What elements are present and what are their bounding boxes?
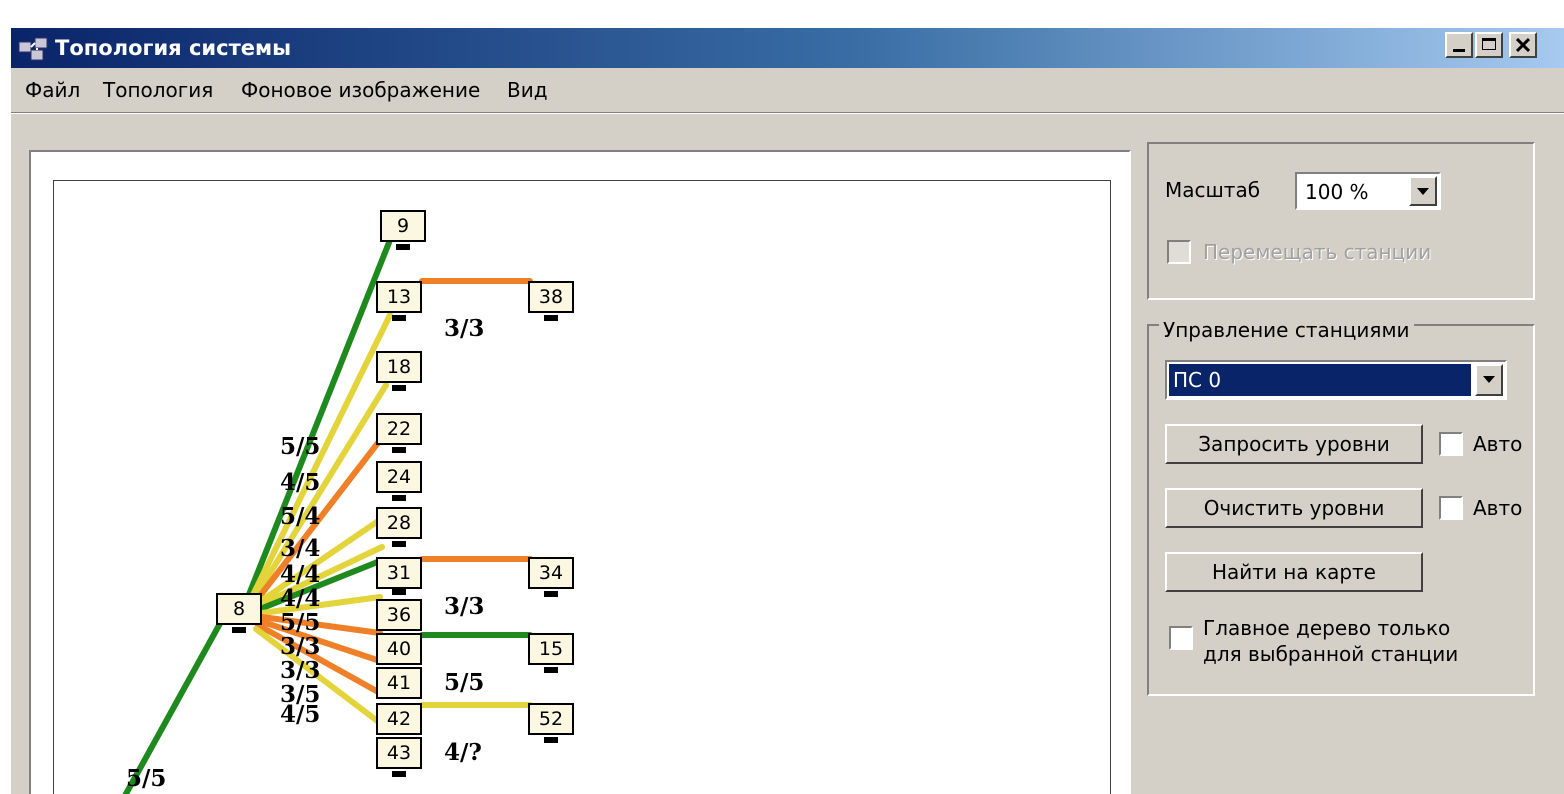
link-label: 5/5 (280, 609, 321, 636)
station-icon (392, 541, 406, 547)
auto-clear-label: Авто (1473, 496, 1523, 520)
station-node-36[interactable]: 36 (376, 599, 422, 631)
station-management-title: Управление станциями (1159, 318, 1414, 342)
link-label: 3/3 (280, 657, 321, 684)
station-node-38[interactable]: 38 (528, 281, 574, 313)
link-label: 4/? (444, 739, 482, 766)
station-icon (392, 315, 406, 321)
menu-view[interactable]: Вид (507, 78, 548, 102)
title-bar: Топология системы (11, 28, 1564, 68)
main-tree-label-line1: Главное дерево только (1203, 616, 1451, 640)
maximize-button[interactable] (1475, 32, 1503, 58)
station-node-9[interactable]: 9 (380, 210, 426, 242)
app-window: Топология системы Файл Топология Фоновое… (10, 28, 1564, 794)
station-node-28[interactable]: 28 (376, 507, 422, 539)
move-stations-label: Перемещать станции (1203, 240, 1432, 264)
close-icon (1516, 38, 1530, 52)
auto-request-label: Авто (1473, 432, 1523, 456)
link-label: 3/3 (280, 633, 321, 660)
find-on-map-button[interactable]: Найти на карте (1165, 552, 1423, 592)
menu-bar: Файл Топология Фоновое изображение Вид (11, 74, 1564, 110)
link-label: 4/5 (280, 469, 321, 496)
station-dropdown-button[interactable] (1475, 364, 1503, 396)
link-label: 4/4 (280, 585, 321, 612)
station-icon (232, 627, 246, 633)
menu-topology[interactable]: Топология (103, 78, 213, 102)
menu-background-image[interactable]: Фоновое изображение (241, 78, 480, 102)
move-stations-checkbox[interactable] (1167, 240, 1191, 264)
station-node-15[interactable]: 15 (528, 633, 574, 665)
link-label: 5/5 (126, 765, 167, 792)
scale-value: 100 % (1305, 180, 1369, 204)
scale-select[interactable]: 100 % (1295, 172, 1441, 210)
request-levels-button[interactable]: Запросить уровни (1165, 424, 1423, 464)
menu-separator (11, 112, 1564, 114)
link-label: 3/3 (444, 315, 485, 342)
link-label: 5/5 (444, 669, 485, 696)
topology-canvas[interactable]: 9 13 38 18 22 24 28 31 34 8 36 40 15 41 … (53, 180, 1111, 794)
station-node-22[interactable]: 22 (376, 413, 422, 445)
link-label: 4/5 (280, 701, 321, 728)
station-icon (396, 244, 410, 250)
station-node-24[interactable]: 24 (376, 461, 422, 493)
auto-clear-checkbox[interactable] (1439, 496, 1463, 520)
station-node-18[interactable]: 18 (376, 351, 422, 383)
scale-dropdown-button[interactable] (1409, 176, 1437, 206)
station-icon (392, 771, 406, 777)
minimize-icon (1453, 49, 1465, 52)
station-icon (544, 737, 558, 743)
station-icon (544, 667, 558, 673)
station-icon (392, 447, 406, 453)
station-select-value: ПС 0 (1173, 368, 1222, 392)
maximize-icon (1482, 38, 1496, 50)
station-node-41[interactable]: 41 (376, 667, 422, 699)
scale-panel (1147, 142, 1535, 300)
station-node-8[interactable]: 8 (216, 593, 262, 625)
chevron-down-icon (1417, 188, 1429, 195)
link-label: 3/3 (444, 593, 485, 620)
station-icon (544, 591, 558, 597)
station-node-31[interactable]: 31 (376, 557, 422, 589)
station-icon (544, 315, 558, 321)
station-node-43[interactable]: 43 (376, 737, 422, 769)
link-label: 4/4 (280, 561, 321, 588)
station-icon (392, 589, 406, 595)
link-label: 5/5 (280, 433, 321, 460)
main-tree-checkbox[interactable] (1169, 626, 1193, 650)
link-8-9 (245, 227, 397, 600)
link-label: 5/4 (280, 503, 321, 530)
scale-label: Масштаб (1165, 178, 1261, 202)
close-button[interactable] (1509, 32, 1537, 58)
clear-levels-button[interactable]: Очистить уровни (1165, 488, 1423, 528)
station-icon (392, 495, 406, 501)
network-icon (18, 37, 48, 61)
station-select[interactable]: ПС 0 (1165, 360, 1507, 400)
topology-links (122, 227, 533, 794)
link-label: 3/4 (280, 535, 321, 562)
station-node-52[interactable]: 52 (528, 703, 574, 735)
station-node-42[interactable]: 42 (376, 703, 422, 735)
menu-file[interactable]: Файл (25, 78, 80, 102)
minimize-button[interactable] (1445, 32, 1473, 58)
chevron-down-icon (1483, 376, 1495, 383)
station-node-34[interactable]: 34 (528, 557, 574, 589)
auto-request-checkbox[interactable] (1439, 432, 1463, 456)
station-node-13[interactable]: 13 (376, 281, 422, 313)
station-node-40[interactable]: 40 (376, 633, 422, 665)
window-title: Топология системы (55, 36, 292, 60)
main-tree-label-line2: для выбранной станции (1203, 642, 1459, 666)
station-icon (392, 385, 406, 391)
